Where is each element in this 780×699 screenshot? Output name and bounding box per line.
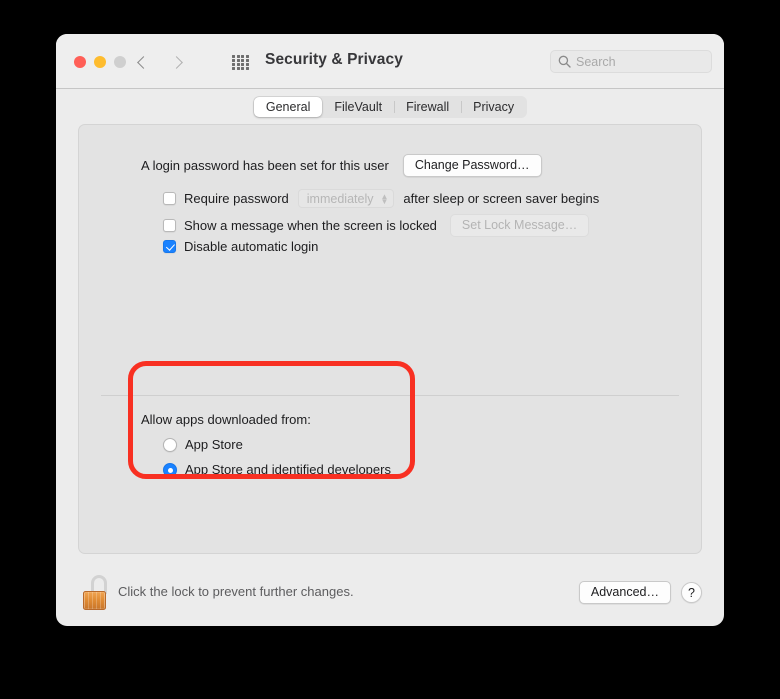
tab-firewall[interactable]: Firewall <box>394 97 461 117</box>
lock-open-icon[interactable] <box>80 575 110 611</box>
lock-message-row: Show a message when the screen is locked… <box>163 214 590 237</box>
change-password-button[interactable]: Change Password… <box>402 154 542 177</box>
traffic-lights <box>74 56 126 68</box>
tab-privacy[interactable]: Privacy <box>461 97 526 117</box>
general-settings-panel: A login password has been set for this u… <box>78 124 702 554</box>
lock-message-checkbox[interactable] <box>163 219 176 232</box>
lock-hint-text: Click the lock to prevent further change… <box>118 584 354 599</box>
tab-bar: General FileVault Firewall Privacy <box>56 89 724 125</box>
app-store-identified-developers-radio[interactable] <box>163 462 177 477</box>
require-password-label: Require password <box>184 191 289 206</box>
app-store-identified-developers-radio-label: App Store and identified developers <box>185 462 391 477</box>
allow-apps-title: Allow apps downloaded from: <box>141 412 311 427</box>
help-button[interactable]: ? <box>681 582 702 603</box>
disable-auto-login-label: Disable automatic login <box>184 239 319 254</box>
zoom-button[interactable] <box>114 56 126 68</box>
require-password-suffix-label: after sleep or screen saver begins <box>403 191 600 206</box>
advanced-button[interactable]: Advanced… <box>578 581 671 604</box>
minimize-button[interactable] <box>94 56 106 68</box>
tab-filevault-label: FileVault <box>334 100 383 114</box>
tab-privacy-label: Privacy <box>473 100 515 114</box>
lock-message-label: Show a message when the screen is locked <box>184 218 437 233</box>
login-password-row: A login password has been set for this u… <box>141 154 542 177</box>
require-password-interval-value: immediately <box>306 191 374 206</box>
security-privacy-window: Security & Privacy General FileVault F <box>56 34 724 626</box>
forward-button[interactable] <box>166 50 190 74</box>
lock-body <box>83 591 106 610</box>
search-input[interactable] <box>576 54 696 69</box>
search-icon <box>558 55 571 68</box>
disable-auto-login-row: Disable automatic login <box>163 239 318 254</box>
window-footer: Click the lock to prevent further change… <box>56 564 724 626</box>
section-divider <box>101 395 679 396</box>
disable-auto-login-checkbox[interactable] <box>163 240 176 253</box>
radio-option-app-store[interactable]: App Store <box>163 437 243 452</box>
radio-option-app-store-and-identified-developers[interactable]: App Store and identified developers <box>163 462 391 477</box>
segmented-control: General FileVault Firewall Privacy <box>252 96 528 118</box>
tab-general-label: General <box>265 100 311 114</box>
chevron-left-icon <box>137 55 150 69</box>
tab-filevault[interactable]: FileVault <box>322 97 394 117</box>
close-button[interactable] <box>74 56 86 68</box>
footer-buttons: Advanced… ? <box>578 581 702 604</box>
login-password-status: A login password has been set for this u… <box>141 158 389 173</box>
set-lock-message-button[interactable]: Set Lock Message… <box>449 214 590 237</box>
window-toolbar: Security & Privacy <box>56 34 724 89</box>
search-field[interactable] <box>550 50 712 73</box>
require-password-checkbox[interactable] <box>163 192 176 205</box>
require-password-row: Require password immediately ▲ ▼ after sl… <box>163 189 599 208</box>
app-store-radio-label: App Store <box>185 437 243 452</box>
screenshot-root: Security & Privacy General FileVault F <box>0 0 780 699</box>
tab-firewall-label: Firewall <box>406 100 450 114</box>
back-button[interactable] <box>130 50 154 74</box>
page-title: Security & Privacy <box>265 51 403 68</box>
require-password-interval-dropdown[interactable]: immediately ▲ ▼ <box>297 189 395 208</box>
show-all-grid-icon[interactable] <box>232 55 249 70</box>
tab-general[interactable]: General <box>253 97 323 117</box>
chevron-right-icon <box>170 55 183 69</box>
app-store-radio[interactable] <box>163 437 177 452</box>
chevron-updown-icon: ▲ ▼ <box>380 191 389 206</box>
